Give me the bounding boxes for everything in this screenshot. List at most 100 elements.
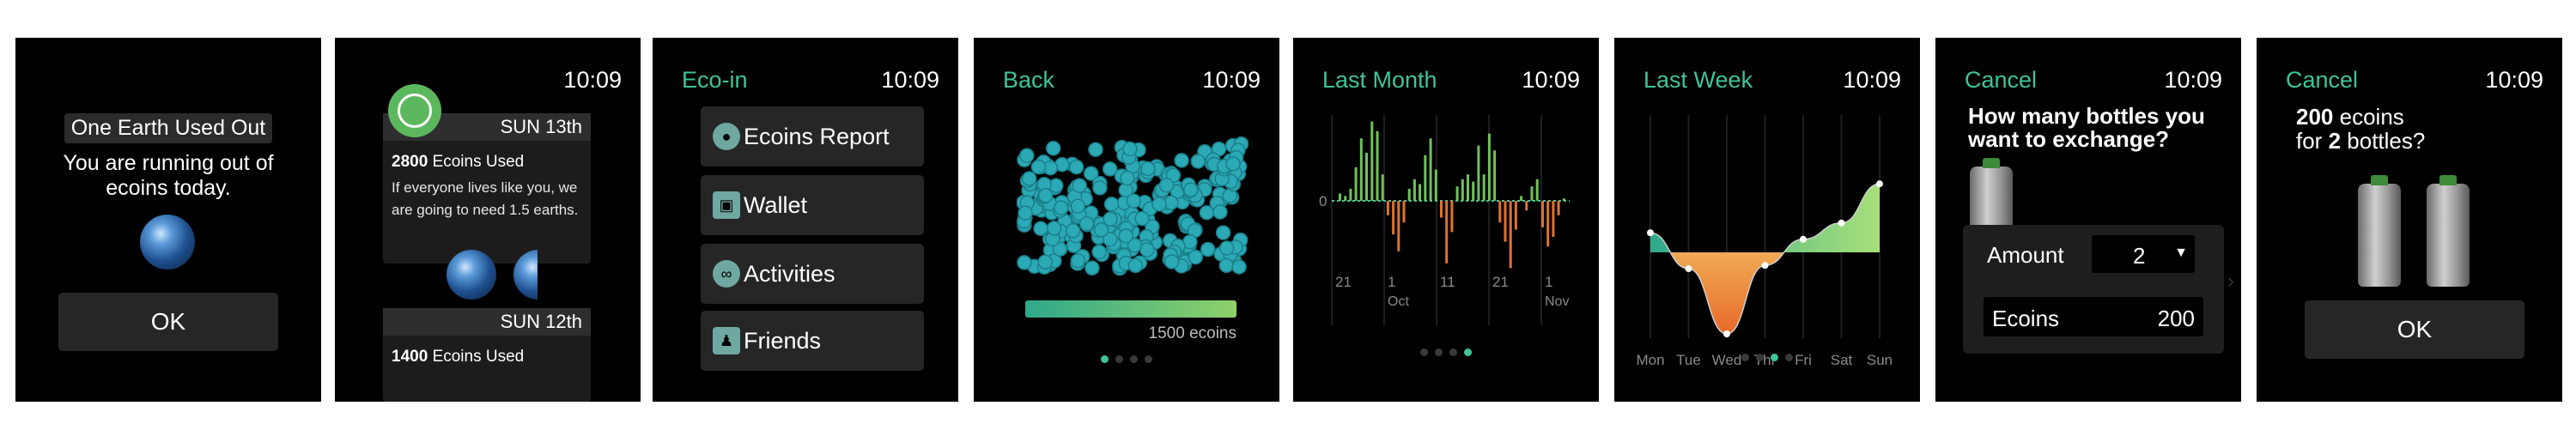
coin-icon: [1190, 154, 1206, 169]
coin-icon: [1088, 142, 1103, 157]
coin-icon: [1127, 257, 1144, 274]
amount-value: 2: [2133, 243, 2146, 269]
ok-button[interactable]: OK: [2305, 300, 2524, 359]
cancel-button[interactable]: Cancel: [2286, 67, 2358, 94]
used-value: 1400: [392, 348, 428, 366]
last-month-chart: 0 21 1 Oct 11 21 1 Nov: [1319, 115, 1570, 325]
bar: [1482, 174, 1485, 201]
friends-icon: ♟: [713, 327, 740, 354]
chevron-right-icon[interactable]: ›: [2227, 270, 2234, 294]
bar: [1381, 174, 1384, 201]
ecoins-value: 200: [2157, 306, 2195, 331]
bar: [1386, 201, 1389, 215]
bar: [1562, 198, 1565, 201]
cancel-button[interactable]: Cancel: [1965, 67, 2037, 94]
binoculars-icon: ∞: [713, 260, 740, 288]
back-button[interactable]: Back: [1003, 67, 1054, 94]
page-indicator: [1614, 354, 1920, 361]
bar: [1376, 130, 1379, 201]
coin-icon: [1084, 260, 1100, 276]
bottle-icon: [2427, 175, 2470, 287]
coin-icon: [1065, 223, 1081, 239]
coin-icon: [1199, 204, 1215, 221]
chart-title: Last Week: [1643, 67, 1753, 93]
alert-screen: One Earth Used Out You are running out o…: [15, 38, 321, 402]
amount-select[interactable]: 2 ▼: [2092, 235, 2195, 273]
bar: [1504, 201, 1507, 242]
bar: [1525, 201, 1528, 211]
coin-icon: [1093, 222, 1109, 238]
coin-icon: [1163, 254, 1180, 270]
bar: [1365, 153, 1368, 201]
ecoins-progress-track: [1025, 300, 1236, 318]
bar: [1370, 121, 1374, 201]
bar: [1434, 169, 1437, 201]
coin-icon: [1158, 178, 1175, 193]
data-point: [1685, 265, 1692, 272]
chevron-down-icon: ▼: [2174, 245, 2188, 260]
app-title: Eco-in: [682, 67, 748, 93]
bottle-icon: [2358, 175, 2401, 287]
globe-icon: ●: [713, 123, 740, 150]
page-indicator: [1293, 348, 1599, 356]
wallet-icon: ▣: [713, 191, 740, 219]
coin-icon: [1120, 170, 1135, 186]
coin-icon: [1126, 193, 1142, 209]
coin-icon: [1018, 205, 1033, 221]
bar: [1514, 201, 1517, 230]
menu-label: Activities: [744, 260, 835, 287]
tick-label: 21: [1492, 274, 1509, 290]
coin-icon: [1017, 255, 1032, 270]
tick-label: 21: [1335, 274, 1352, 290]
bar: [1461, 179, 1464, 201]
coin-icon: [1218, 240, 1235, 256]
zero-label: 0: [1319, 193, 1327, 209]
bar: [1397, 201, 1400, 251]
menu-label: Wallet: [744, 191, 808, 218]
menu-friends[interactable]: ♟ Friends: [701, 311, 924, 371]
day-date: SUN 12th: [383, 308, 591, 336]
amount-label: Amount: [1987, 242, 2064, 268]
bar: [1392, 201, 1395, 235]
bar: [1344, 196, 1347, 201]
menu-wallet[interactable]: ▣ Wallet: [701, 175, 924, 235]
coin-icon: [1078, 216, 1095, 232]
bar: [1520, 196, 1523, 201]
bar: [1413, 179, 1416, 201]
menu-label: Friends: [744, 327, 822, 354]
bar: [1467, 174, 1469, 201]
coin-icon: [1151, 197, 1167, 212]
ok-button[interactable]: OK: [58, 293, 278, 351]
bottle-count: 2: [2328, 128, 2342, 154]
coin-icon: [1068, 159, 1084, 175]
data-point: [1876, 180, 1883, 188]
ecoins-field: Ecoins 200: [1984, 297, 2203, 336]
bar: [1354, 167, 1358, 201]
coin-icon: [1030, 159, 1047, 175]
coin-icon: [1122, 141, 1138, 157]
menu-activities[interactable]: ∞ Activities: [701, 244, 924, 304]
used-label: Ecoins Used: [432, 153, 525, 171]
for-word: for: [2296, 128, 2323, 154]
tick-label: 1: [1388, 274, 1395, 290]
bar: [1455, 186, 1459, 201]
coin-icon: [1072, 178, 1087, 193]
bar: [1487, 133, 1491, 201]
bar: [1445, 201, 1449, 263]
coin-icon: [1091, 244, 1107, 260]
day-card[interactable]: SUN 12th 1400 Ecoins Used: [383, 308, 591, 402]
coin-icon: [1118, 227, 1134, 244]
earth-icon: [447, 250, 496, 300]
data-point: [1800, 235, 1807, 243]
confirm-message: 200 ecoins for 2 bottles?: [2296, 105, 2425, 153]
coin-icon: [1046, 221, 1062, 236]
last-week-screen: Last Week 10:09 Mon Tue Wed Thr Fri Sat Sun: [1614, 38, 1920, 402]
coin-icon: [1103, 197, 1120, 212]
month-label: Oct: [1388, 294, 1409, 309]
bar: [1535, 179, 1539, 201]
coin-icon: [1037, 188, 1054, 203]
bottles-word: bottles?: [2347, 128, 2426, 154]
bar: [1424, 154, 1427, 201]
coin-icon: [1215, 225, 1231, 240]
menu-ecoins-report[interactable]: ● Ecoins Report: [701, 106, 924, 167]
